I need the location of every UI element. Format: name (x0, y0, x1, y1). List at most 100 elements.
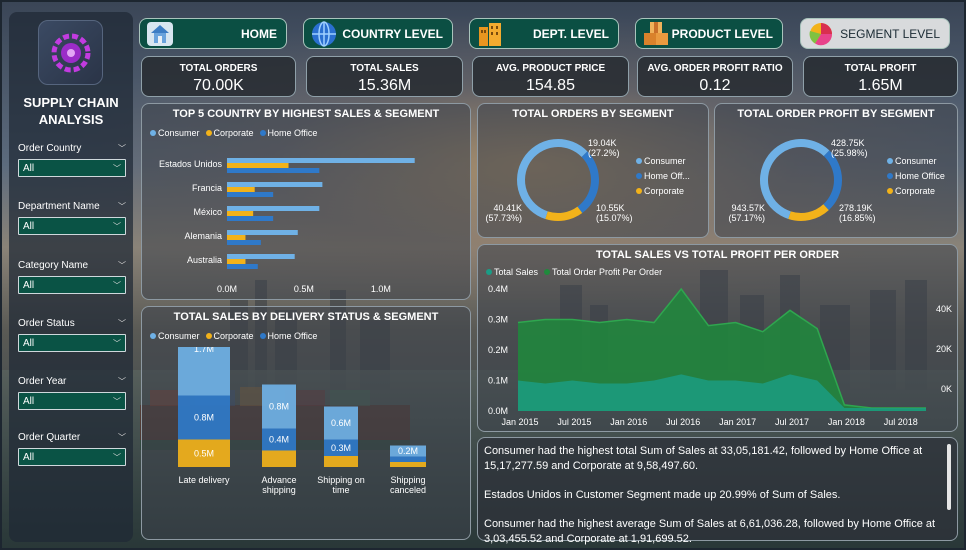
chart-legend: Consumer Corporate Home Office (150, 128, 317, 138)
chevron-down-icon[interactable]: ﹀ (118, 201, 126, 212)
y2-tick-label: 20K (936, 344, 952, 354)
kpi-avg-order-profit-ratio: AVG. ORDER PROFIT RATIO 0.12 (637, 56, 793, 97)
chevron-down-icon[interactable]: ﹀ (118, 432, 126, 443)
kpi-label: AVG. PRODUCT PRICE (495, 63, 606, 74)
donut-percent-label: (27.2%) (588, 148, 620, 158)
delivery-data-label: 0.3M (331, 443, 351, 453)
delivery-data-label: 0.2M (398, 446, 418, 456)
nav-dept-level-button[interactable]: DEPT. LEVEL (469, 18, 619, 49)
country-bar-consumer (227, 158, 415, 163)
donut-percent-label: (15.07%) (596, 213, 633, 223)
donut-slice-home-office (823, 150, 842, 211)
trend-area-chart: 0.4M 0.3M 0.2M 0.1M 0.0M 40K 20K 0K Jan 2015 Jul … (488, 284, 952, 427)
chart-legend: Total Sales Total Order Profit Per Order (486, 267, 662, 277)
chevron-down-icon: ﹀ (113, 221, 121, 231)
country-bar-corporate (227, 163, 289, 168)
trend-chart-panel[interactable]: TOTAL SALES VS TOTAL PROFIT PER ORDER To… (477, 244, 958, 432)
country-bar-home-office (227, 168, 320, 173)
order-year-select[interactable]: All ﹀ (18, 392, 126, 410)
country-bar-consumer (227, 182, 323, 187)
delivery-data-label: 0.6M (331, 418, 351, 428)
filter-department-name: Department Name ﹀ All ﹀ (18, 201, 126, 235)
narrative-panel[interactable]: Consumer had the highest total Sum of Sa… (477, 437, 958, 545)
kpi-label: TOTAL SALES (350, 63, 419, 74)
country-bar-home-office (227, 216, 274, 221)
category-label: time (332, 485, 349, 495)
delivery-bar-corporate (324, 456, 358, 467)
y2-tick-label: 0K (941, 384, 952, 394)
filter-label: Category Name (18, 260, 89, 271)
delivery-data-label: 0.8M (269, 402, 289, 412)
narrative-text: Consumer had the highest average Sum of … (484, 518, 936, 545)
filter-label: Department Name (18, 201, 100, 212)
narrative-scrollbar[interactable] (947, 444, 951, 510)
chevron-down-icon: ﹀ (113, 396, 121, 406)
nav-home-button[interactable]: HOME (139, 18, 287, 49)
category-label: Advance (261, 475, 296, 485)
x-tick-label: Jan 2016 (610, 417, 647, 427)
chevron-down-icon[interactable]: ﹀ (118, 260, 126, 271)
country-chart-panel[interactable]: TOP 5 COUNTRY BY HIGHEST SALES & SEGMENT… (141, 103, 471, 300)
chart-title: TOTAL ORDER PROFIT BY SEGMENT (737, 108, 935, 120)
country-label: Alemania (184, 231, 222, 241)
donut-percent-label: (57.17%) (728, 213, 765, 223)
category-name-select[interactable]: All ﹀ (18, 276, 126, 294)
chart-title: TOTAL SALES BY DELIVERY STATUS & SEGMENT (173, 311, 439, 323)
donut-percent-label: (57.73%) (485, 213, 522, 223)
kpi-value: 70.00K (193, 77, 244, 94)
narrative-text: Consumer had the highest total Sum of Sa… (484, 445, 923, 472)
boxes-icon (644, 22, 668, 45)
chevron-down-icon[interactable]: ﹀ (118, 376, 126, 387)
chevron-down-icon: ﹀ (113, 338, 121, 348)
nav-product-level-button[interactable]: PRODUCT LEVEL (635, 18, 783, 49)
filter-order-country: Order Country ﹀ All ﹀ (18, 143, 126, 177)
delivery-data-label: 0.5M (194, 448, 214, 458)
chart-title: TOP 5 COUNTRY BY HIGHEST SALES & SEGMENT (172, 108, 440, 120)
x-tick-label: Jul 2018 (884, 417, 918, 427)
pie-chart-icon (809, 23, 833, 46)
filter-order-quarter: Order Quarter ﹀ All ﹀ (18, 432, 126, 466)
donut-value-label: 10.55K (596, 203, 625, 213)
order-country-select[interactable]: All ﹀ (18, 159, 126, 177)
country-bar-corporate (227, 235, 246, 240)
category-label: Shipping on (317, 475, 365, 485)
filter-label: Order Quarter (18, 432, 81, 443)
kpi-total-orders: TOTAL ORDERS 70.00K (141, 56, 296, 97)
delivery-bar-consumer (178, 347, 230, 396)
home-icon (147, 22, 173, 46)
y-tick-label: 0.4M (488, 284, 508, 294)
x-tick-label: Jan 2017 (719, 417, 756, 427)
delivery-bar-corporate (262, 450, 296, 467)
profit-donut-panel[interactable]: TOTAL ORDER PROFIT BY SEGMENT 428.75K (25… (714, 103, 958, 238)
x-tick-label: Jul 2017 (775, 417, 809, 427)
chevron-down-icon[interactable]: ﹀ (118, 143, 126, 154)
donut-slice-corporate (545, 206, 583, 221)
department-name-select[interactable]: All ﹀ (18, 217, 126, 235)
country-bar-chart: Estados Unidos Francia México Alemania Austr… (159, 158, 415, 294)
delivery-chart-panel[interactable]: TOTAL SALES BY DELIVERY STATUS & SEGMENT… (141, 306, 471, 540)
smart-narrative: Consumer had the highest total Sum of Sa… (484, 444, 940, 550)
order-quarter-select[interactable]: All ﹀ (18, 448, 126, 466)
order-status-select[interactable]: All ﹀ (18, 334, 126, 352)
y2-tick-label: 40K (936, 304, 952, 314)
narrative-text: Estados Unidos in Customer Segment made … (484, 489, 841, 501)
kpi-value: 0.12 (699, 77, 731, 94)
chevron-down-icon: ﹀ (113, 280, 121, 290)
category-label: Late delivery (178, 475, 230, 485)
delivery-data-label: 0.4M (269, 435, 289, 445)
nav-country-level-button[interactable]: COUNTRY LEVEL (303, 18, 453, 49)
nav-segment-level-button[interactable]: SEGMENT LEVEL (800, 18, 950, 49)
kpi-avg-product-price: AVG. PRODUCT PRICE 154.85 (472, 56, 629, 97)
country-label: Australia (187, 255, 222, 265)
kpi-label: TOTAL PROFIT (844, 63, 917, 74)
x-tick-label: 0.0M (217, 284, 237, 294)
donut-percent-label: (25.98%) (831, 148, 868, 158)
filter-label: Order Status (18, 318, 75, 329)
donut-slice-consumer (760, 139, 830, 219)
orders-donut-panel[interactable]: TOTAL ORDERS BY SEGMENT 19.04K (27.2%) 10.… (477, 103, 709, 238)
chevron-down-icon[interactable]: ﹀ (118, 318, 126, 329)
donut-value-label: 428.75K (831, 138, 865, 148)
x-tick-label: 0.5M (294, 284, 314, 294)
x-tick-label: 1.0M (371, 284, 391, 294)
y-tick-label: 0.2M (488, 345, 508, 355)
